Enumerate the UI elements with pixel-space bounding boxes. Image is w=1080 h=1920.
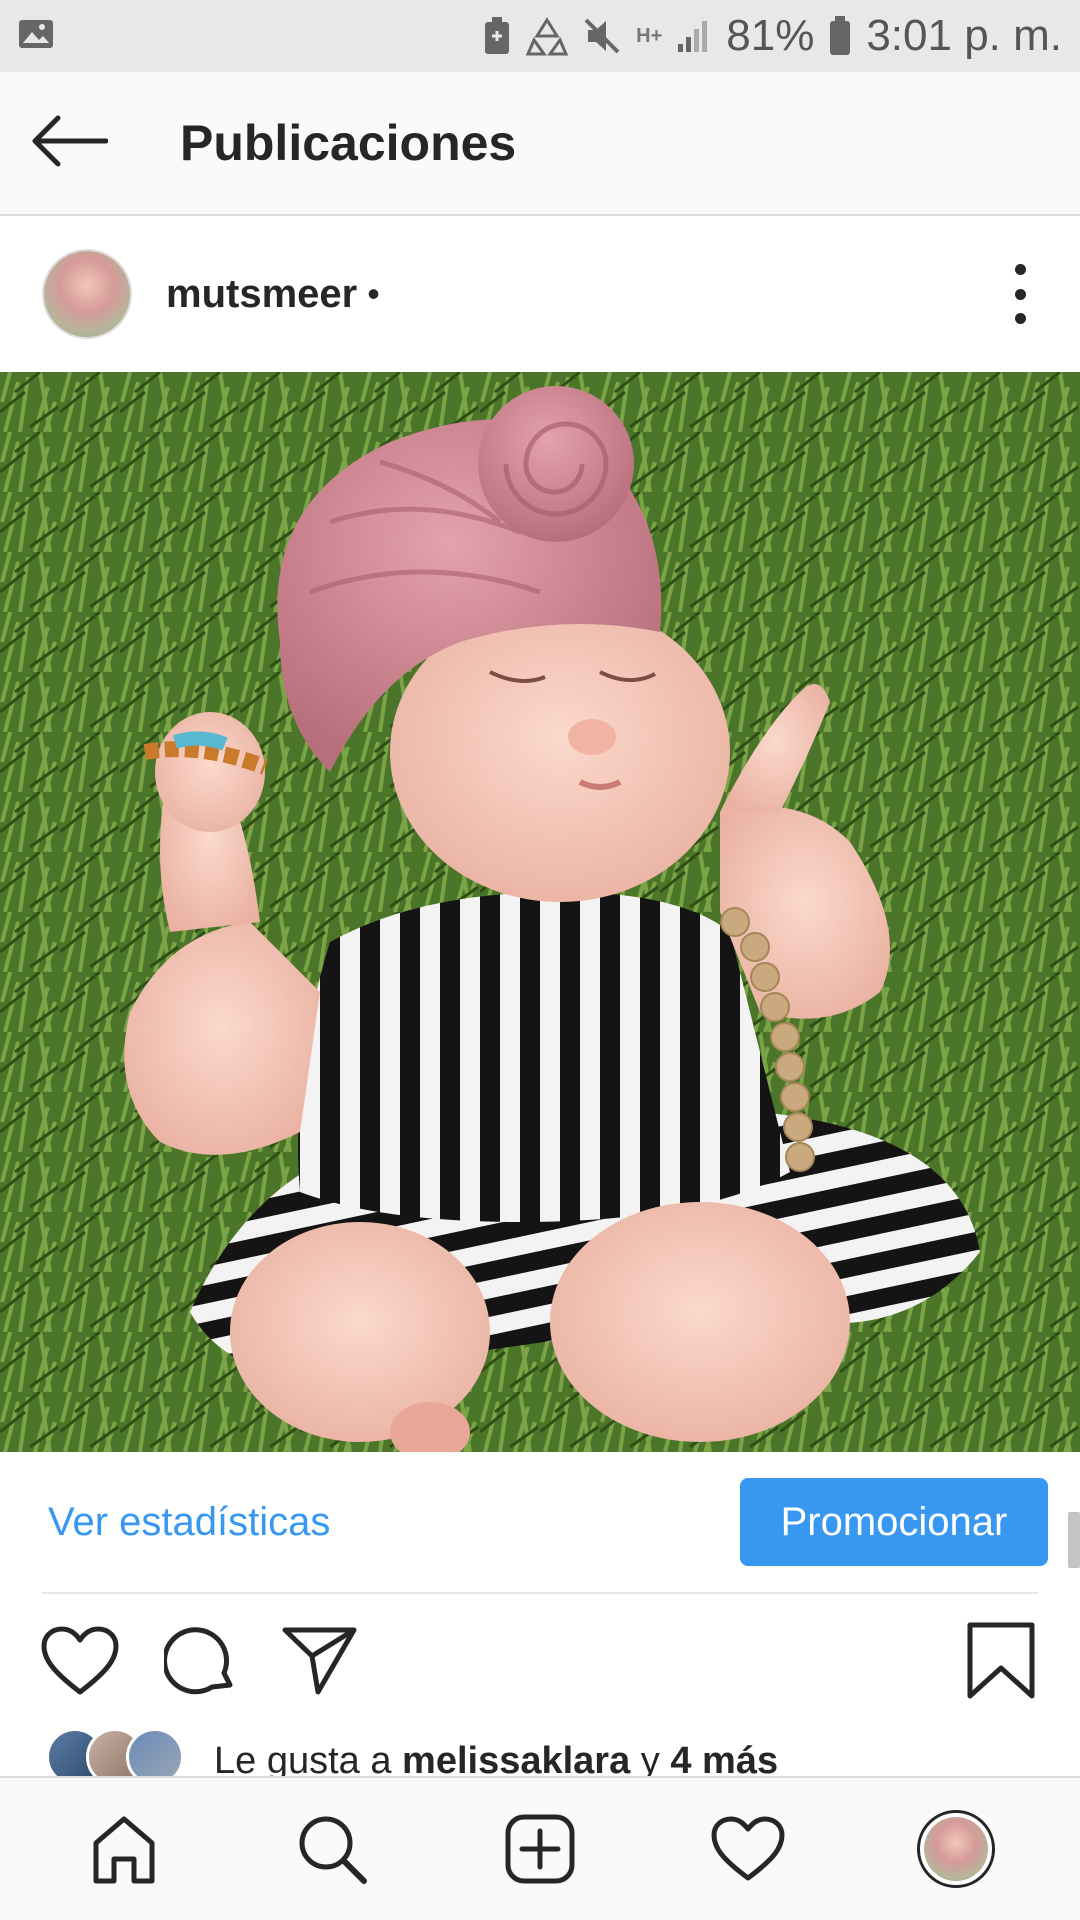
photo-illustration [0, 372, 1080, 1452]
scrollbar-thumb[interactable] [1068, 1512, 1080, 1568]
dot [1014, 313, 1026, 324]
network-icon: H+ [636, 25, 663, 47]
profile-avatar-ring [917, 1810, 995, 1888]
liker-avatar [126, 1728, 184, 1780]
mute-icon [582, 16, 622, 56]
liker-avatars [46, 1728, 184, 1780]
heart-icon[interactable] [38, 1619, 122, 1703]
activity-icon[interactable] [693, 1794, 803, 1904]
dot [1014, 288, 1026, 300]
likes-others[interactable]: 4 más [670, 1740, 778, 1780]
bottom-navigation [0, 1776, 1080, 1920]
image-icon [18, 18, 54, 55]
post-photo[interactable] [0, 372, 1080, 1452]
app-header: Publicaciones [0, 72, 1080, 216]
insights-row: Ver estadísticas Promocionar [0, 1452, 1080, 1592]
post-actions [0, 1594, 1080, 1728]
liker-username[interactable]: melissaklara [402, 1740, 630, 1780]
likes-prefix: Le gusta a [214, 1740, 403, 1780]
likes-summary[interactable]: Le gusta a melissaklara y 4 más [0, 1728, 1080, 1780]
bookmark-icon[interactable] [966, 1622, 1036, 1700]
comment-icon[interactable] [158, 1619, 242, 1703]
profile-avatar-image [924, 1817, 988, 1881]
post-header: mutsmeer • [0, 216, 1080, 372]
post-username[interactable]: mutsmeer [166, 272, 357, 317]
battery-percent: 81% [726, 11, 815, 60]
arrow-left-icon [32, 115, 109, 172]
status-bar: H+ 81% 3:01 p. m. [0, 0, 1080, 72]
promote-button[interactable]: Promocionar [740, 1478, 1048, 1566]
likes-connector: y [630, 1740, 671, 1780]
dot [1014, 264, 1026, 275]
home-icon[interactable] [69, 1794, 179, 1904]
status-left [18, 18, 54, 55]
page-title: Publicaciones [180, 115, 517, 171]
username-area[interactable]: mutsmeer • [166, 272, 380, 317]
post-avatar[interactable] [42, 249, 132, 339]
battery-saver-icon [482, 16, 512, 56]
follow-dot: • [367, 273, 380, 314]
more-vertical-icon[interactable] [1000, 264, 1040, 324]
profile-avatar[interactable] [901, 1794, 1011, 1904]
signal-icon [676, 18, 712, 54]
search-icon[interactable] [277, 1794, 387, 1904]
status-right: H+ 81% 3:01 p. m. [482, 11, 1062, 61]
battery-icon [828, 16, 852, 56]
recycle-icon [526, 16, 569, 56]
instagram-post-screen: H+ 81% 3:01 p. m. Publicaciones mutsmeer… [0, 0, 1080, 1920]
view-insights-link[interactable]: Ver estadísticas [48, 1500, 330, 1545]
back-button[interactable] [0, 71, 140, 215]
clock: 3:01 p. m. [866, 11, 1062, 60]
likes-text: Le gusta a melissaklara y 4 más [214, 1728, 778, 1780]
share-icon[interactable] [278, 1619, 362, 1703]
add-icon[interactable] [485, 1794, 595, 1904]
